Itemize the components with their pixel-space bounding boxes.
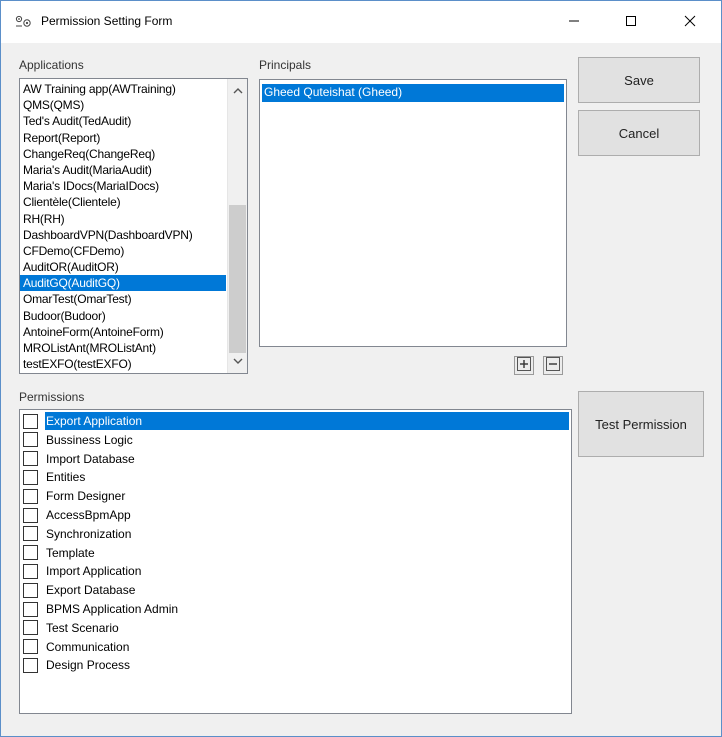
application-item[interactable]: OmarTest(OmarTest) <box>20 291 226 307</box>
applications-scrollbar[interactable] <box>227 79 247 373</box>
application-item[interactable]: RH(RH) <box>20 211 226 227</box>
permission-checkbox[interactable] <box>23 563 38 579</box>
permission-row[interactable]: Export Application <box>23 412 569 430</box>
principals-listbox[interactable]: Gheed Quteishat (Gheed) <box>259 79 567 347</box>
permission-checkbox[interactable] <box>23 432 38 448</box>
permission-row[interactable]: Entities <box>23 468 569 486</box>
permission-row[interactable]: BPMS Application Admin <box>23 600 569 618</box>
scroll-up-icon[interactable] <box>228 82 247 100</box>
scroll-down-icon[interactable] <box>228 352 247 370</box>
maximize-icon <box>625 15 637 30</box>
applications-items: AW Training app(AWTraining) QMS(QMS) Ted's… <box>20 81 226 372</box>
permission-label: Entities <box>46 470 86 485</box>
application-item[interactable]: AW Training app(AWTraining) <box>20 81 226 97</box>
plus-icon <box>517 357 531 374</box>
save-button[interactable]: Save <box>578 57 700 103</box>
permission-row[interactable]: Form Designer <box>23 487 569 505</box>
application-item[interactable]: testEXFO(testEXFO) <box>20 356 226 372</box>
application-item[interactable]: CFDemo(CFDemo) <box>20 243 226 259</box>
application-item[interactable]: Clientèle(Clientele) <box>20 194 226 210</box>
permission-label: Template <box>46 545 95 560</box>
application-item[interactable]: DashboardVPN(DashboardVPN) <box>20 227 226 243</box>
permission-checkbox[interactable] <box>23 526 38 542</box>
permissions-label: Permissions <box>19 390 85 404</box>
permission-row[interactable]: AccessBpmApp <box>23 506 569 524</box>
app-icon <box>15 15 33 29</box>
application-item[interactable]: ChangeReq(ChangeReq) <box>20 146 226 162</box>
remove-principal-button[interactable] <box>543 356 563 375</box>
application-item[interactable]: QMS(QMS) <box>20 97 226 113</box>
permission-checkbox[interactable] <box>23 601 38 617</box>
minimize-icon <box>568 15 580 30</box>
permission-checkbox[interactable] <box>23 507 38 523</box>
permission-label: Communication <box>46 639 130 654</box>
application-item[interactable]: Maria's IDocs(MariaIDocs) <box>20 178 226 194</box>
permission-checkbox[interactable] <box>23 620 38 636</box>
permission-row[interactable]: Communication <box>23 638 569 656</box>
application-item[interactable]: AntoineForm(AntoineForm) <box>20 324 226 340</box>
permission-row[interactable]: Design Process <box>23 656 569 674</box>
minus-icon <box>546 357 560 374</box>
application-item[interactable]: MROListAnt(MROListAnt) <box>20 340 226 356</box>
permission-label: Bussiness Logic <box>46 432 133 447</box>
permission-label: Synchronization <box>46 526 132 541</box>
application-item[interactable]: AuditOR(AuditOR) <box>20 259 226 275</box>
cancel-button[interactable]: Cancel <box>578 110 700 156</box>
permission-label: Design Process <box>46 658 131 673</box>
permission-label: Import Database <box>46 451 135 466</box>
permission-row[interactable]: Export Database <box>23 581 569 599</box>
close-button[interactable] <box>667 1 713 43</box>
minimize-button[interactable] <box>551 1 597 43</box>
close-icon <box>684 15 696 30</box>
permission-label: Test Scenario <box>46 620 119 635</box>
maximize-button[interactable] <box>608 1 654 43</box>
permission-label: Import Application <box>46 564 142 579</box>
principals-label: Principals <box>259 58 312 72</box>
principal-item[interactable]: Gheed Quteishat (Gheed) <box>262 84 564 102</box>
applications-listbox[interactable]: AW Training app(AWTraining) QMS(QMS) Ted's… <box>19 78 248 374</box>
window-title: Permission Setting Form <box>41 14 173 28</box>
permission-label: Export Database <box>46 583 136 598</box>
permission-checkbox[interactable] <box>23 582 38 598</box>
application-item[interactable]: AuditGQ(AuditGQ) <box>20 275 226 292</box>
permission-checkbox[interactable] <box>23 451 38 467</box>
application-item[interactable]: Ted's Audit(TedAudit) <box>20 113 226 129</box>
permission-checkbox[interactable] <box>23 545 38 561</box>
permission-row[interactable]: Import Database <box>23 450 569 468</box>
permission-row[interactable]: Template <box>23 544 569 562</box>
permission-checkbox[interactable] <box>23 413 38 429</box>
permission-checkbox[interactable] <box>23 639 38 655</box>
application-item[interactable]: Maria's Audit(MariaAudit) <box>20 162 226 178</box>
permission-row[interactable]: Synchronization <box>23 525 569 543</box>
application-item[interactable]: Report(Report) <box>20 130 226 146</box>
title-bar: Permission Setting Form <box>1 1 721 43</box>
permission-checkbox[interactable] <box>23 488 38 504</box>
permission-row[interactable]: Bussiness Logic <box>23 431 569 449</box>
test-permission-button[interactable]: Test Permission <box>578 391 704 457</box>
permissions-checklist[interactable]: Export Application Bussiness Logic Import … <box>19 409 572 714</box>
permission-label: Export Application <box>45 412 569 430</box>
permission-label: BPMS Application Admin <box>46 602 179 616</box>
permission-label: Form Designer <box>46 489 126 504</box>
applications-label: Applications <box>19 58 84 72</box>
permission-row[interactable]: Import Application <box>23 562 569 580</box>
add-principal-button[interactable] <box>514 356 534 375</box>
permission-setting-window: Permission Setting Form Applications AW … <box>0 0 722 737</box>
permission-row[interactable]: Test Scenario <box>23 619 569 637</box>
application-item[interactable]: Budoor(Budoor) <box>20 308 226 324</box>
scroll-thumb[interactable] <box>229 205 246 353</box>
permission-label: AccessBpmApp <box>46 508 131 522</box>
permission-checkbox[interactable] <box>23 657 38 673</box>
permission-checkbox[interactable] <box>23 469 38 485</box>
